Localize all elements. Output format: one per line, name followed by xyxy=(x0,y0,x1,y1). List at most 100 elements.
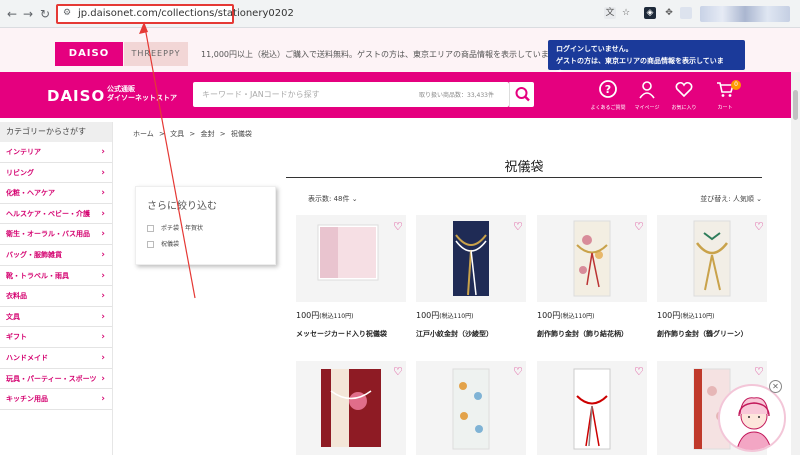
forward-icon[interactable]: → xyxy=(20,6,36,22)
back-icon[interactable]: ← xyxy=(4,6,20,22)
chevron-right-icon: › xyxy=(101,229,105,240)
sort-select[interactable]: 並び替え: 人気順 ⌄ xyxy=(700,194,762,204)
product-image[interactable] xyxy=(296,215,406,302)
sidebar-item-label: インテリア xyxy=(6,148,41,156)
sidebar-item-label: 衛生・オーラル・バス用品 xyxy=(6,230,90,239)
support-agent-icon xyxy=(736,397,772,450)
chevron-right-icon: › xyxy=(101,167,105,178)
favorite-heart-icon[interactable]: ♡ xyxy=(634,365,644,378)
sidebar-item-shoes-travel[interactable]: 靴・トラベル・雨具 › xyxy=(0,266,112,287)
chevron-right-icon: › xyxy=(101,249,105,260)
chevron-right-icon: › xyxy=(101,147,105,157)
chevron-down-icon: ⌄ xyxy=(756,195,762,203)
checkbox[interactable] xyxy=(147,241,154,248)
favorite-heart-icon[interactable]: ♡ xyxy=(393,220,403,233)
faq-link[interactable]: ? よくあるご質問 xyxy=(588,79,628,111)
price-tax: (税込110円) xyxy=(319,313,354,320)
favorite-heart-icon[interactable]: ♡ xyxy=(513,365,523,378)
bookmark-star-icon[interactable]: ☆ xyxy=(620,7,632,19)
login-status-box[interactable]: ログインしていません。 ゲストの方は、東京エリアの商品情報を表示しています。 xyxy=(548,40,745,77)
per-page-label: 表示数: 48件 xyxy=(308,195,350,203)
product-name[interactable]: メッセージカード入り祝儀袋 xyxy=(296,329,408,339)
sidebar-item-stationery[interactable]: 文具 › xyxy=(0,307,112,328)
product-photo xyxy=(321,369,381,447)
chevron-right-icon: › xyxy=(101,311,105,322)
product-photo xyxy=(573,368,611,450)
login-status-line1: ログインしていません。 xyxy=(556,45,633,53)
favorite-heart-icon[interactable]: ♡ xyxy=(393,365,403,378)
breadcrumb-home[interactable]: ホーム xyxy=(133,130,154,138)
extension-icon[interactable]: ◈ xyxy=(644,7,656,19)
price-value: 100円 xyxy=(416,311,440,320)
per-page-select[interactable]: 表示数: 48件 ⌄ xyxy=(308,194,358,204)
heart-icon xyxy=(675,81,693,98)
cart-count-badge: 0 xyxy=(731,80,741,90)
mypage-link[interactable]: マイページ xyxy=(627,79,667,111)
page-scrollbar[interactable] xyxy=(791,72,800,455)
product-photo xyxy=(317,224,379,281)
threeppy-tab[interactable]: THREEPPY xyxy=(124,42,188,66)
sidebar-item-living[interactable]: リビング › xyxy=(0,163,112,184)
product-image[interactable] xyxy=(537,215,647,302)
breadcrumb-envelopes[interactable]: 金封 xyxy=(200,130,214,138)
product-name[interactable]: 江戸小紋金封（沙綾型） xyxy=(416,329,528,339)
favorites-link[interactable]: お気に入り xyxy=(664,79,704,111)
filter-option-shugi[interactable]: 祝儀袋 xyxy=(147,239,179,248)
breadcrumb-stationery[interactable]: 文具 xyxy=(170,130,184,138)
sidebar-item-label: バッグ・服飾雑貨 xyxy=(6,250,62,259)
favorite-heart-icon[interactable]: ♡ xyxy=(754,365,764,378)
sidebar-item-kitchen[interactable]: キッチン用品 › xyxy=(0,389,112,410)
translate-icon[interactable]: 文 xyxy=(604,7,616,19)
site-info-icon[interactable]: ⚙ xyxy=(63,8,71,18)
sidebar-item-gift[interactable]: ギフト › xyxy=(0,327,112,348)
sidebar-item-cosmetics[interactable]: 化粧・ヘアケア › xyxy=(0,183,112,204)
reload-icon[interactable]: ↻ xyxy=(37,6,53,22)
extensions-puzzle-icon[interactable]: ✥ xyxy=(663,7,675,19)
sidebar-item-hygiene[interactable]: 衛生・オーラル・バス用品 › xyxy=(0,224,112,245)
search-icon xyxy=(515,87,530,102)
scrollbar-thumb[interactable] xyxy=(793,90,798,120)
product-image[interactable] xyxy=(537,361,647,455)
chevron-right-icon: › xyxy=(101,352,105,363)
sidebar-item-clothing[interactable]: 衣料品 › xyxy=(0,286,112,307)
sidebar-item-label: 文具 xyxy=(6,312,20,321)
product-price: 100円(税込110円) xyxy=(296,310,353,321)
sidebar-item-interior[interactable]: インテリア › xyxy=(0,142,112,163)
sidebar-item-bags[interactable]: バッグ・服飾雑貨 › xyxy=(0,245,112,266)
price-value: 100円 xyxy=(296,311,320,320)
favorite-heart-icon[interactable]: ♡ xyxy=(634,220,644,233)
sidebar-item-healthcare[interactable]: ヘルスケア・ベビー・介護 › xyxy=(0,204,112,225)
checkbox[interactable] xyxy=(147,225,154,232)
daiso-logo[interactable]: DAISO xyxy=(47,87,105,105)
search-input[interactable]: キーワード・JANコードから探す 取り扱い商品数：33,433件 xyxy=(193,82,509,107)
chevron-right-icon: › xyxy=(101,208,105,219)
sidebar-item-handmade[interactable]: ハンドメイド › xyxy=(0,348,112,369)
product-image[interactable] xyxy=(657,215,767,302)
favorite-heart-icon[interactable]: ♡ xyxy=(754,220,764,233)
sidebar-heading: カテゴリーからさがす xyxy=(0,122,112,142)
product-image[interactable] xyxy=(416,215,526,302)
price-tax: (税込110円) xyxy=(680,313,715,320)
profile-icon[interactable] xyxy=(680,7,692,19)
product-name[interactable]: 創作飾り金封（鶴グリーン） xyxy=(657,329,769,339)
product-photo xyxy=(693,220,731,297)
sidebar-item-label: キッチン用品 xyxy=(6,395,48,404)
search-button[interactable] xyxy=(509,82,534,107)
chat-close-button[interactable]: ✕ xyxy=(769,380,782,393)
address-bar[interactable]: ⚙ jp.daisonet.com/collections/stationery… xyxy=(56,4,294,24)
url-text[interactable]: jp.daisonet.com/collections/stationery02… xyxy=(78,8,294,19)
sidebar-item-label: 化粧・ヘアケア xyxy=(6,189,55,198)
sidebar-item-toys[interactable]: 玩具・パーティー・スポーツ › xyxy=(0,369,112,390)
product-image[interactable] xyxy=(416,361,526,455)
shipping-notice: 11,000円以上（税込）ご購入で送料無料。ゲストの方は、東京エリアの商品情報を… xyxy=(201,50,564,59)
favorite-heart-icon[interactable]: ♡ xyxy=(513,220,523,233)
filter-option-label: 祝儀袋 xyxy=(161,241,180,248)
page-title: 祝儀袋 xyxy=(504,160,544,175)
chat-support-avatar[interactable] xyxy=(718,384,786,452)
product-image[interactable] xyxy=(296,361,406,455)
daiso-tab[interactable]: DAISO xyxy=(55,42,123,66)
filter-option-pochi[interactable]: ポチ袋・年賀状 xyxy=(147,223,203,232)
product-photo xyxy=(452,368,490,450)
product-name[interactable]: 創作飾り金封（飾り結花柄） xyxy=(537,329,649,339)
mypage-label: マイページ xyxy=(634,105,660,111)
